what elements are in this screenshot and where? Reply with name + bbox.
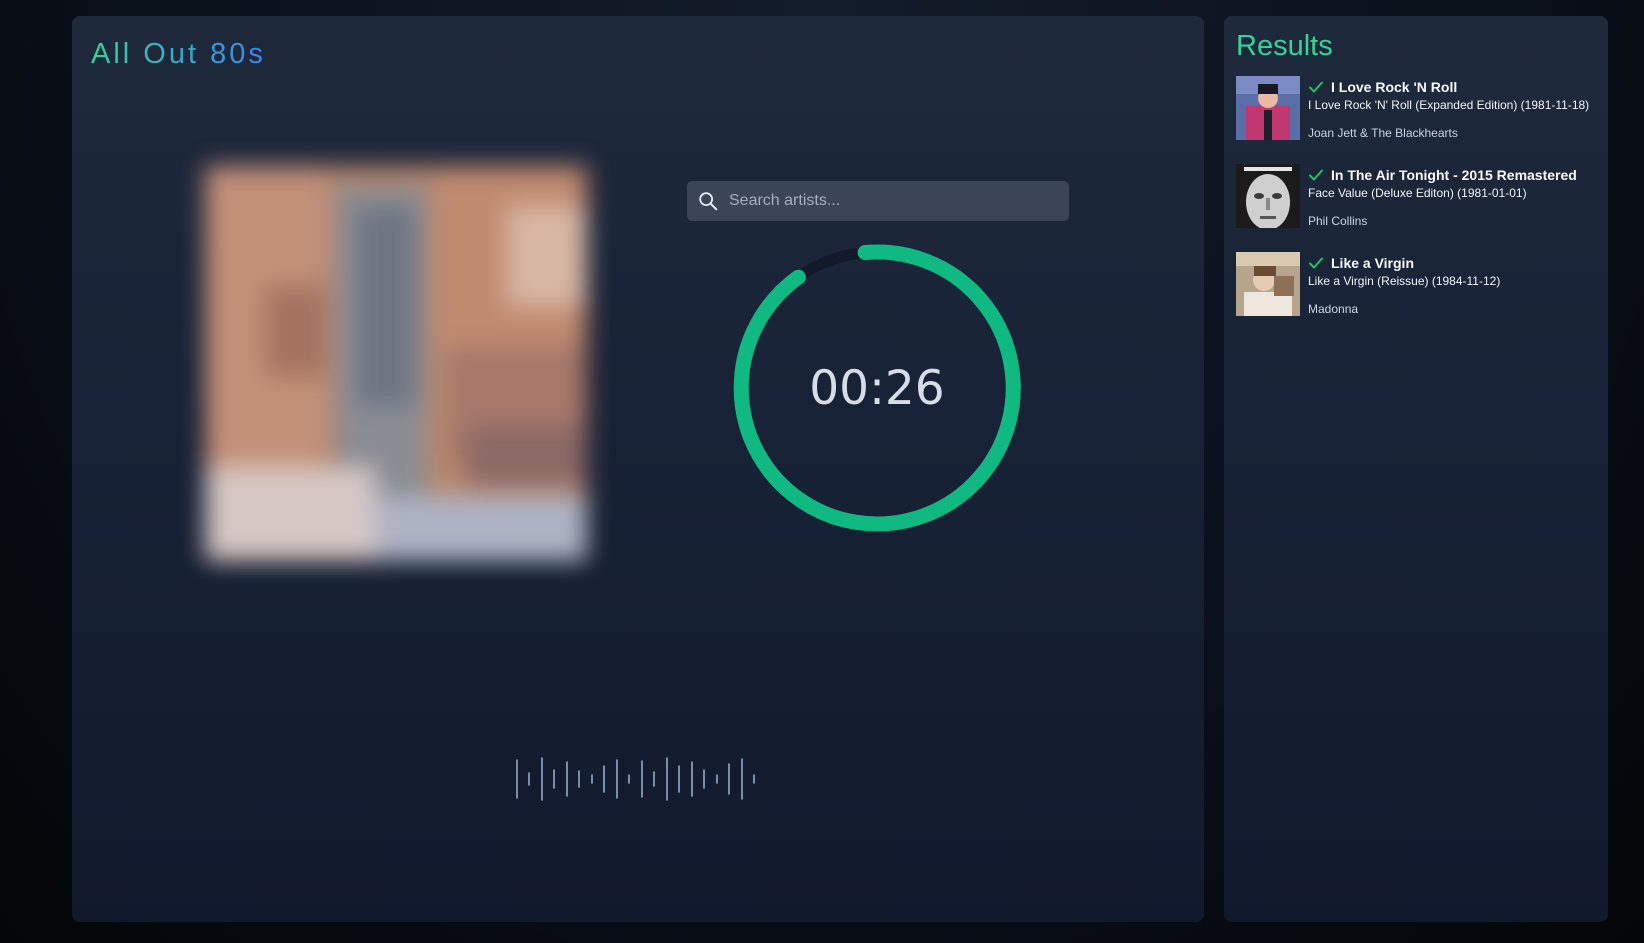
album-cover-image [205, 166, 587, 561]
playlist-title: All Out 80s [91, 38, 266, 70]
album-thumbnail [1236, 164, 1300, 228]
results-panel: Results I Love Rock 'N Roll I Love Rock … [1224, 16, 1608, 922]
blurred-album-cover [205, 166, 587, 561]
result-song-title: Like a Virgin [1331, 255, 1414, 271]
result-artist: Madonna [1308, 302, 1359, 316]
search-icon [699, 192, 718, 211]
result-item: Like a Virgin Like a Virgin (Reissue) (1… [1236, 252, 1601, 316]
timer-display: 00:26 [809, 360, 945, 416]
artist-search-input[interactable] [727, 191, 1069, 211]
artist-search-box[interactable] [687, 181, 1069, 221]
result-item: I Love Rock 'N Roll I Love Rock 'N' Roll… [1236, 76, 1601, 140]
result-artist: Phil Collins [1308, 214, 1368, 228]
result-album: Like a Virgin (Reissue) (1984-11-12) [1308, 274, 1501, 288]
countdown-timer: 00:26 [727, 238, 1027, 538]
check-icon [1309, 81, 1323, 93]
album-thumbnail [1236, 252, 1300, 316]
results-title: Results [1236, 30, 1333, 62]
album-thumbnail [1236, 76, 1300, 140]
check-icon [1309, 169, 1323, 181]
check-icon [1309, 257, 1323, 269]
audio-waveform [516, 757, 755, 801]
result-album: Face Value (Deluxe Editon) (1981-01-01) [1308, 186, 1527, 200]
result-artist: Joan Jett & The Blackhearts [1308, 126, 1458, 140]
result-song-title: I Love Rock 'N Roll [1331, 79, 1458, 95]
result-item: In The Air Tonight - 2015 Remastered Fac… [1236, 164, 1601, 228]
result-album: I Love Rock 'N' Roll (Expanded Edition) … [1308, 98, 1590, 112]
game-panel: All Out 80s 00:26 [72, 16, 1204, 922]
result-song-title: In The Air Tonight - 2015 Remastered [1331, 167, 1577, 183]
